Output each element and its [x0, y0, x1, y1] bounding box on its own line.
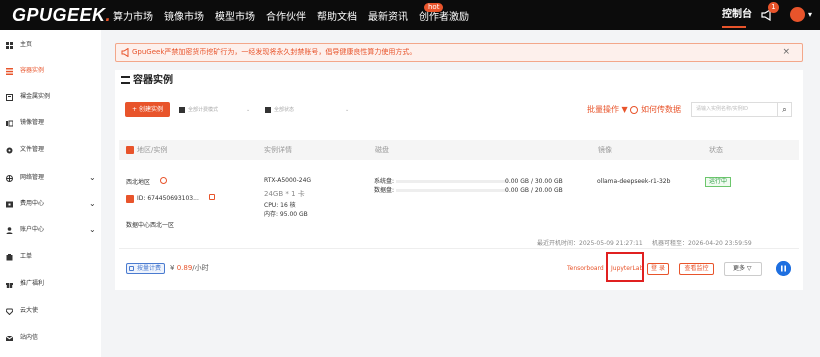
- chevron-down-icon: ⌄: [89, 199, 96, 208]
- sidebar-item-network[interactable]: 网络管理 ⌄: [6, 171, 98, 185]
- sidebar-item-promo[interactable]: 推广福利: [6, 277, 98, 291]
- sidebar-item-container[interactable]: 容器实例: [6, 64, 98, 78]
- list-icon: [121, 76, 130, 84]
- batch-operations-button[interactable]: 批量操作 ▼: [587, 104, 628, 116]
- user-icon: [6, 226, 13, 234]
- disk-data-label: 数据盘:: [374, 187, 395, 194]
- image-icon: [6, 120, 13, 126]
- warning-banner: GpuGeek严禁加密货币挖矿行为，一经发现将永久封禁账号，倡导健康良性算力使用…: [115, 43, 803, 62]
- table-header: 地区/实例 实例详情 磁盘 镜像 状态: [119, 140, 799, 160]
- location-icon: [160, 177, 167, 184]
- instance-mem: 内存: 95.00 GB: [264, 211, 308, 218]
- billing-icon: [129, 266, 134, 271]
- gift-icon: [6, 282, 13, 288]
- how-to-transfer-link[interactable]: 如何传数据: [630, 104, 681, 116]
- logo[interactable]: GPUGEEK.: [12, 6, 111, 24]
- sidebar: 主页 容器实例 裸金属实例 镜像管理 文件管理 网络管理 ⌄ 费用中心 ⌄ 账户中心…: [0, 30, 101, 357]
- search-icon[interactable]: ⌕: [777, 102, 792, 117]
- monitor-button[interactable]: 查看监控: [679, 263, 714, 275]
- sidebar-item-home[interactable]: 主页: [6, 38, 98, 52]
- instance-region: 西北地区: [126, 179, 151, 186]
- tensorboard-link[interactable]: Tensorboard: [567, 264, 604, 274]
- nav-docs[interactable]: 帮助文档: [317, 8, 357, 23]
- instance-search-input[interactable]: 请输入实例名称/实例ID: [691, 102, 778, 117]
- disk-system-bar: [396, 180, 508, 183]
- top-bar: GPUGEEK. 算力市场 镜像市场 模型市场 合作伙伴 帮助文档 最新资讯 创…: [0, 0, 820, 30]
- chevron-down-icon[interactable]: ▾: [808, 10, 812, 19]
- instance-gpu-mem: 24GB * 1 卡: [264, 190, 305, 198]
- column-status: 状态: [709, 146, 723, 154]
- row-divider: [119, 248, 799, 249]
- chevron-down-icon: ⌄: [89, 225, 96, 234]
- instance-image: ollama-deepseek-r1-32b: [597, 178, 671, 185]
- instance-cpu: CPU: 16 核: [264, 202, 296, 209]
- mail-icon: [6, 335, 13, 341]
- chevron-down-icon[interactable]: ⌄: [246, 104, 250, 116]
- status-badge: 运行中: [705, 177, 732, 187]
- column-image: 镜像: [598, 146, 612, 154]
- grid-icon: [6, 41, 13, 49]
- hot-badge: hot: [424, 3, 444, 12]
- login-button[interactable]: 登 录: [647, 263, 669, 275]
- instance-zone: 数据中心西北一区: [126, 222, 175, 229]
- list-icon: [6, 67, 13, 75]
- nav-partners[interactable]: 合作伙伴: [266, 8, 306, 23]
- close-icon[interactable]: ×: [782, 44, 790, 61]
- help-icon: [630, 105, 638, 114]
- row-checkbox[interactable]: [126, 194, 134, 203]
- page-title: 容器实例: [121, 74, 173, 88]
- folder-icon: [6, 147, 13, 153]
- last-start-time: 最近开机时间：2025-05-09 21:27:11: [537, 240, 643, 247]
- pause-icon[interactable]: [776, 261, 791, 276]
- more-button[interactable]: 更多 ▽: [724, 262, 762, 276]
- ticket-icon: [6, 253, 13, 260]
- sidebar-item-inbox[interactable]: 站内信: [6, 331, 98, 345]
- sidebar-item-ambassador[interactable]: 云大使: [6, 304, 98, 318]
- console-underline: [722, 26, 746, 28]
- column-details: 实例详情: [264, 146, 292, 154]
- sidebar-item-ticket[interactable]: 工单: [6, 250, 98, 264]
- nav-model-market[interactable]: 模型市场: [215, 8, 255, 23]
- select-all-checkbox[interactable]: [126, 146, 134, 154]
- chevron-down-icon: ⌄: [89, 173, 96, 182]
- sidebar-item-files[interactable]: 文件管理: [6, 143, 98, 157]
- wallet-icon: [6, 201, 13, 207]
- sidebar-item-baremetal[interactable]: 裸金属实例: [6, 90, 98, 104]
- disk-system-label: 系统盘:: [374, 178, 395, 185]
- megaphone-icon: [121, 48, 129, 57]
- disk-system-value: 0.00 GB / 30.00 GB: [505, 178, 563, 185]
- create-instance-button[interactable]: + 创建实例: [125, 102, 170, 117]
- highlight-box: [606, 252, 644, 282]
- chevron-down-icon[interactable]: ⌄: [345, 104, 349, 116]
- sidebar-item-account[interactable]: 账户中心 ⌄: [6, 223, 98, 237]
- status-select[interactable]: 全部状态: [265, 104, 294, 116]
- diamond-icon: [6, 308, 13, 315]
- disk-data-value: 0.00 GB / 20.00 GB: [505, 187, 563, 194]
- rent-until: 机器可租至：2026-04-20 23:59:59: [652, 240, 752, 247]
- nav-image-market[interactable]: 镜像市场: [164, 8, 204, 23]
- billing-icon: [179, 106, 185, 113]
- copy-icon[interactable]: [209, 194, 215, 200]
- nav-compute-market[interactable]: 算力市场: [113, 8, 153, 23]
- nav-news[interactable]: 最新资讯: [368, 8, 408, 23]
- container-panel: 容器实例 + 创建实例 全部计费模式 ⌄ 全部状态 ⌄ 批量操作 ▼ 如何传数据…: [115, 70, 803, 290]
- sidebar-item-billing[interactable]: 费用中心 ⌄: [6, 197, 98, 211]
- column-region[interactable]: 地区/实例: [126, 140, 167, 160]
- avatar[interactable]: [790, 7, 805, 22]
- server-icon: [6, 93, 13, 101]
- instance-id: ID: 674450693103...: [126, 194, 199, 203]
- car-icon: [265, 106, 271, 113]
- instance-price: ¥ 0.89/小时: [170, 264, 209, 272]
- warning-text: GpuGeek严禁加密货币挖矿行为，一经发现将永久封禁账号，倡导健康良性算力使用…: [132, 48, 417, 56]
- billing-mode-select[interactable]: 全部计费模式: [179, 104, 218, 116]
- notification-count: 1: [768, 2, 779, 13]
- instance-gpu: RTX-A5000-24G: [264, 177, 312, 184]
- disk-data-bar: [396, 189, 508, 192]
- sidebar-item-images[interactable]: 镜像管理: [6, 116, 98, 130]
- column-disk: 磁盘: [375, 146, 389, 154]
- network-icon: [6, 174, 13, 182]
- billing-mode-badge: 按量计费: [126, 263, 166, 274]
